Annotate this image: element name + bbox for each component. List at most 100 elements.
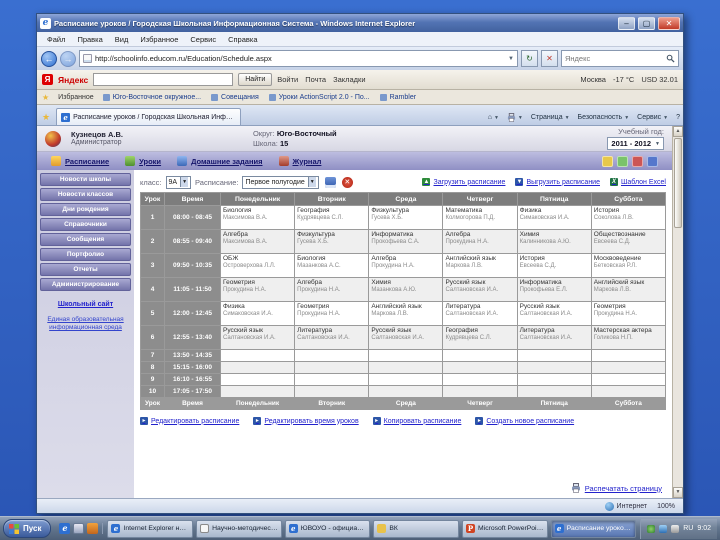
schedule-action-link[interactable]: ▸ Создать новое расписание — [475, 417, 574, 425]
address-dropdown-icon[interactable]: ▼ — [508, 56, 514, 62]
menu-item[interactable]: Вид — [109, 34, 135, 45]
yandex-city[interactable]: Москва — [580, 75, 606, 84]
settings-icon[interactable] — [632, 155, 643, 167]
schedule-select[interactable]: Первое полугодие ▼ — [242, 175, 319, 189]
logout-icon[interactable] — [647, 155, 658, 167]
profile-icon[interactable] — [602, 155, 613, 167]
forward-button[interactable]: → — [60, 50, 76, 67]
favorites-link[interactable]: Уроки ActionScript 2.0 - По... — [268, 93, 370, 101]
cancel-icon-button[interactable]: ✕ — [341, 176, 353, 188]
language-indicator[interactable]: RU — [683, 525, 693, 532]
taskbar-task[interactable]: eЮВОУО - официальны... — [284, 519, 371, 538]
sidebar-item[interactable]: Новости школы — [40, 173, 131, 186]
yandex-search-input[interactable] — [93, 73, 234, 86]
close-button[interactable]: ✕ — [658, 16, 680, 30]
menu-item[interactable]: Сервис — [184, 34, 222, 45]
print-page-link[interactable]: Распечатать страницу — [571, 483, 662, 493]
ie-icon: e — [111, 524, 121, 533]
tab-journal[interactable]: Журнал — [278, 156, 321, 166]
sidebar-item[interactable]: Сообщения — [40, 233, 131, 246]
schedule-footer-row: Урок Время Понедельник Вторник Среда Четверг П… — [140, 397, 667, 410]
search-box[interactable]: Яндекс — [561, 50, 679, 67]
excel-template-link[interactable]: X Шаблон Excel — [610, 178, 666, 186]
address-bar: ← → http://schoolinfo.educom.ru/Educatio… — [37, 47, 683, 70]
clock[interactable]: 9:02 — [697, 525, 711, 532]
sidebar-item[interactable]: Отчеты — [40, 263, 131, 276]
browser-tab[interactable]: e Расписание уроков / Городская Школьная… — [56, 108, 242, 125]
scrollbar-thumb[interactable] — [674, 138, 682, 228]
save-icon-button[interactable] — [324, 176, 336, 188]
schedule-action-link[interactable]: ▸ Редактировать расписание — [140, 417, 239, 425]
upload-schedule-link[interactable]: ▲ Загрузить расписание — [422, 178, 505, 186]
sidebar-item[interactable]: Администрирование — [40, 278, 131, 291]
title-bar[interactable]: e Расписание уроков / Городская Школьная… — [37, 14, 683, 32]
back-button[interactable]: ← — [41, 50, 57, 67]
scroll-down-icon[interactable]: ▼ — [673, 487, 683, 498]
volume-icon[interactable] — [671, 524, 680, 533]
school-site-link[interactable]: Школьный сайт — [40, 301, 131, 308]
safety-menu[interactable]: Безопасность ▼ — [578, 114, 630, 121]
scroll-up-icon[interactable]: ▲ — [673, 126, 683, 137]
schedule-cell: История Евсеева С.Д. — [516, 253, 592, 278]
year-selector[interactable]: 2011 - 2012 ▼ — [607, 137, 664, 150]
taskbar-task[interactable]: e Internet Explorer не м... — [107, 519, 194, 538]
task-label: Microsoft PowerPoint... — [478, 525, 544, 532]
teacher-name: Салтановская И.А. — [445, 311, 499, 318]
sidebar-item[interactable]: Портфолио — [40, 248, 131, 261]
yandex-toolbar-item[interactable]: Войти — [277, 75, 298, 84]
tab-lessons[interactable]: Уроки — [125, 156, 161, 166]
menu-item[interactable]: Справка — [222, 34, 263, 45]
sidebar-item[interactable]: Новости классов — [40, 188, 131, 201]
address-input[interactable]: http://schoolinfo.educom.ru/Education/Sc… — [79, 50, 518, 67]
zoom-level[interactable]: 100% — [657, 503, 675, 510]
taskbar-task[interactable]: Научно-методический... — [196, 519, 282, 538]
shield-icon[interactable] — [647, 524, 656, 533]
menu-item[interactable]: Избранное — [134, 34, 184, 45]
schedule-action-link[interactable]: ▸ Редактировать время уроков — [253, 417, 359, 425]
show-desktop-icon[interactable] — [73, 523, 85, 534]
tab-schedule[interactable]: Расписание — [51, 156, 109, 166]
maximize-button[interactable]: ▢ — [638, 16, 655, 30]
quick-launch-media-icon[interactable] — [87, 523, 99, 534]
favorites-link[interactable]: Rambler — [379, 93, 416, 101]
schedule-cell — [590, 361, 667, 374]
quick-launch-ie-icon[interactable]: e — [59, 523, 71, 534]
menu-item[interactable]: Файл — [41, 34, 71, 45]
stop-button[interactable]: ✕ — [541, 50, 558, 67]
menu-item[interactable]: Правка — [71, 34, 108, 45]
print-button[interactable]: ▼ — [507, 113, 523, 122]
home-button[interactable]: ⌂ ▼ — [488, 114, 499, 121]
search-icon[interactable] — [666, 54, 675, 63]
yandex-find-button[interactable]: Найти — [238, 73, 273, 86]
schedule-action-link[interactable]: ▸ Копировать расписание — [372, 417, 461, 425]
help-button[interactable]: ? — [676, 114, 680, 121]
excel-icon: X — [610, 178, 618, 186]
class-select[interactable]: 9А ▼ — [165, 175, 192, 189]
schedule-cell — [442, 361, 518, 374]
lesson-number: 5 — [140, 301, 165, 326]
yandex-toolbar-item[interactable]: Закладки — [333, 75, 365, 84]
favorites-button[interactable]: ★ — [40, 112, 52, 125]
network-icon[interactable] — [659, 524, 668, 533]
start-button[interactable]: Пуск — [3, 519, 52, 538]
taskbar-task[interactable]: P Microsoft PowerPoint... — [462, 519, 548, 538]
tab-homework[interactable]: Домашние задания — [177, 156, 263, 166]
minimize-button[interactable]: – — [618, 16, 635, 30]
sidebar-item[interactable]: Справочники — [40, 218, 131, 231]
download-schedule-link[interactable]: ▼ Выгрузить расписание — [515, 178, 600, 186]
taskbar-task[interactable]: e Расписание уроков / ... — [550, 519, 637, 538]
yandex-toolbar-item[interactable]: Почта — [305, 75, 326, 84]
vertical-scrollbar[interactable]: ▲ ▼ — [672, 126, 683, 498]
yandex-weather[interactable]: -17 °C — [613, 75, 634, 84]
yandex-currency[interactable]: USD 32.01 — [641, 75, 678, 84]
favorites-link[interactable]: Юго-Восточное окружное... — [102, 93, 201, 101]
eis-link[interactable]: Единая образовательная информационная ср… — [40, 316, 131, 333]
sidebar-item[interactable]: Дни рождения — [40, 203, 131, 216]
refresh-button[interactable]: ↻ — [521, 50, 538, 67]
tools-menu[interactable]: Сервис ▼ — [637, 114, 668, 121]
favorites-link[interactable]: Совещания — [211, 93, 259, 101]
page-menu[interactable]: Страница ▼ — [531, 114, 570, 121]
taskbar-task[interactable]: ВК — [373, 519, 460, 538]
mail-icon[interactable] — [617, 155, 628, 167]
favorites-label[interactable]: Избранное — [58, 94, 93, 101]
